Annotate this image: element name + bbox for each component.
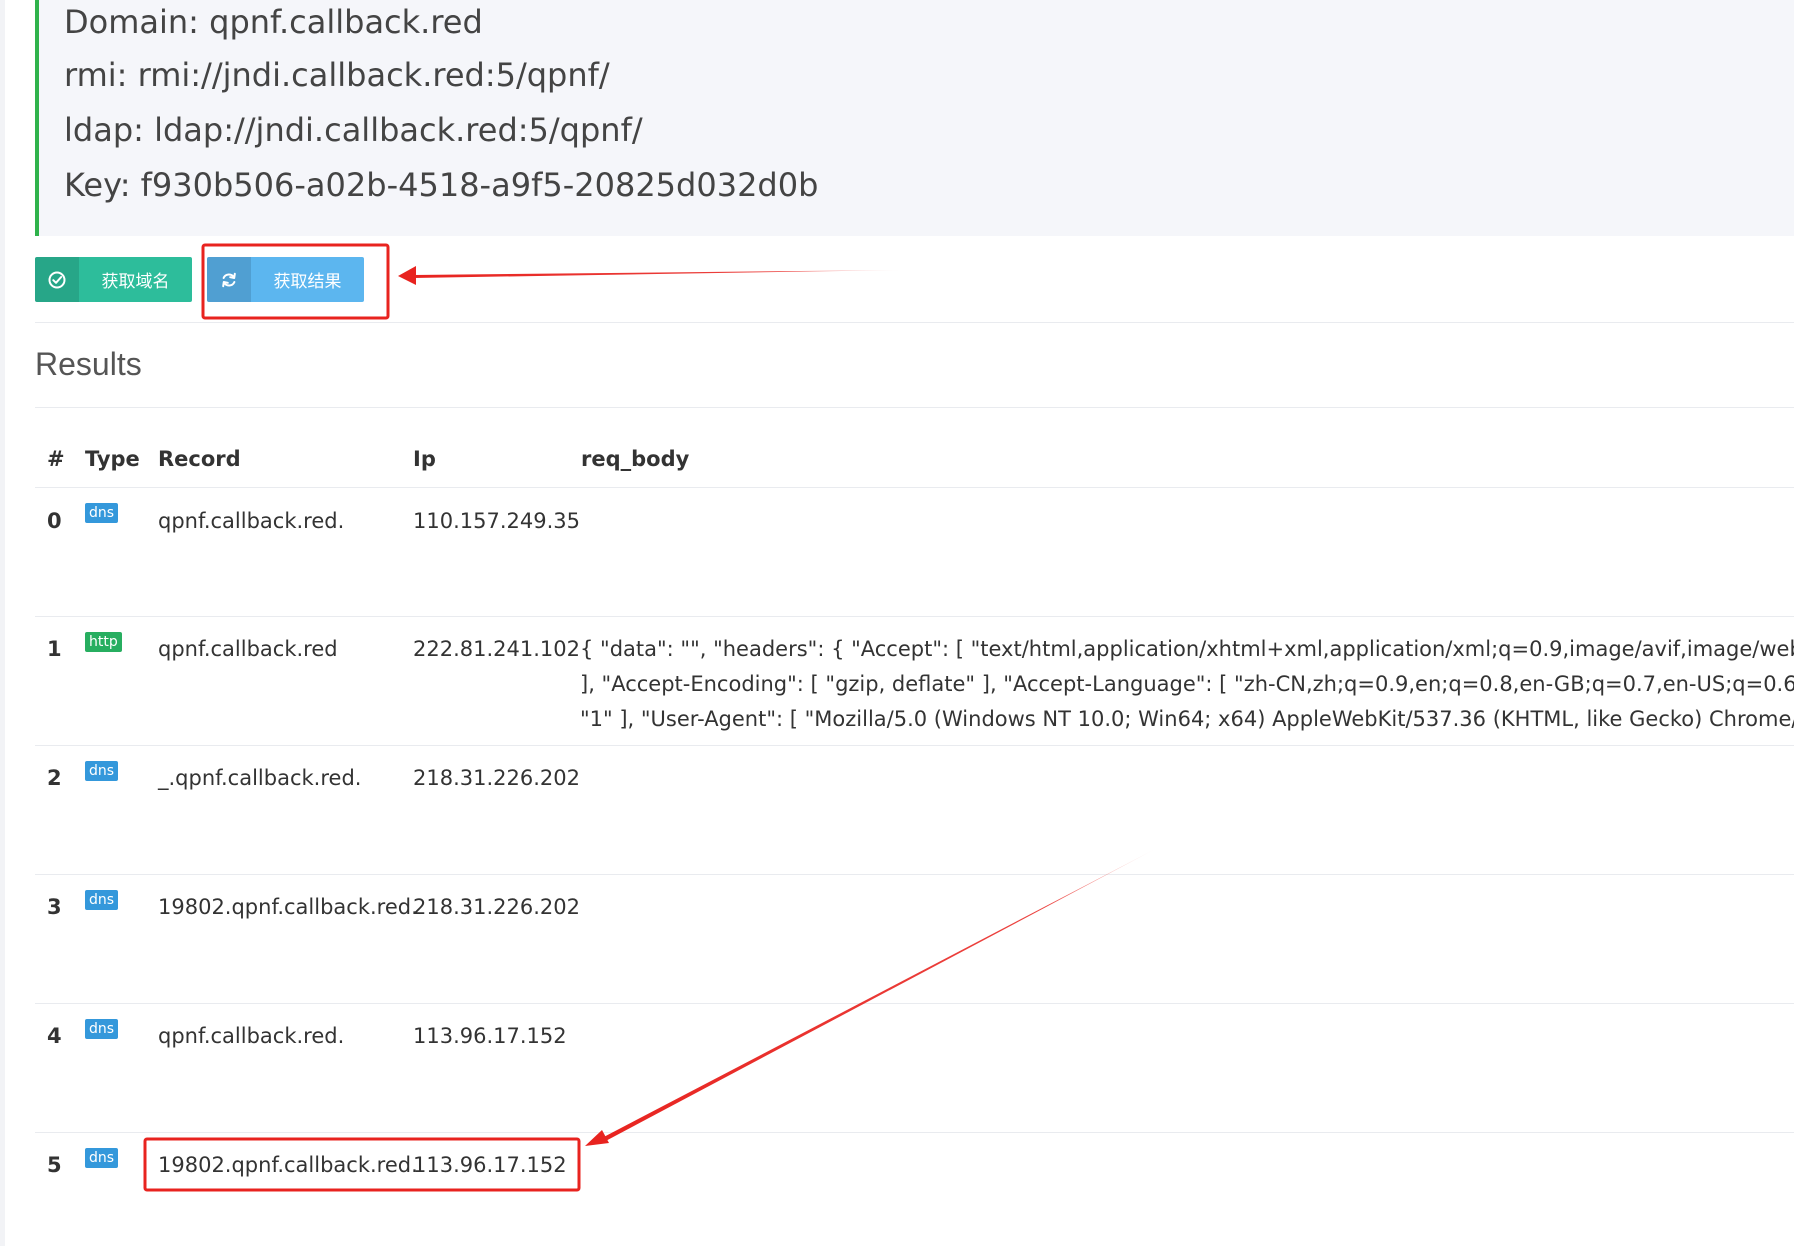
divider: [35, 407, 1794, 408]
rmi-line: rmi: rmi://jndi.callback.red:5/qpnf/: [64, 56, 610, 94]
record-cell: _.qpnf.callback.red.: [158, 766, 362, 790]
column-header-ip: Ip: [413, 447, 436, 471]
req-body-line: "1" ], "User-Agent": [ "Mozilla/5.0 (Win…: [580, 707, 1794, 731]
record-cell: 19802.qpnf.callback.red.: [158, 1153, 418, 1177]
refresh-icon: [207, 257, 251, 302]
ip-cell: 113.96.17.152: [413, 1153, 567, 1177]
type-badge: dns: [85, 761, 119, 781]
record-cell: qpnf.callback.red.: [158, 509, 345, 533]
req-body-line: { "data": "", "headers": { "Accept": [ "…: [580, 637, 1794, 661]
row-index: 1: [47, 637, 62, 661]
column-header-index: #: [47, 447, 65, 471]
type-badge: http: [85, 632, 122, 652]
row-index: 4: [47, 1024, 62, 1048]
check-circle-icon: [35, 257, 79, 302]
req-body-cell: { "data": "", "headers": { "Accept": [ "…: [580, 632, 1794, 737]
row-divider: [35, 874, 1794, 875]
domain-line: Domain: qpnf.callback.red: [64, 3, 483, 41]
get-result-label: 获取结果: [273, 272, 342, 292]
row-divider: [35, 1132, 1794, 1133]
type-badge: dns: [85, 503, 119, 523]
ip-cell: 110.157.249.35: [413, 509, 580, 533]
ip-cell: 218.31.226.202: [413, 895, 580, 919]
callback-info-panel: Domain: qpnf.callback.red rmi: rmi://jnd…: [35, 0, 1794, 236]
row-index: 2: [47, 766, 62, 790]
column-header-record: Record: [158, 447, 241, 471]
record-cell: qpnf.callback.red.: [158, 1024, 345, 1048]
divider: [35, 322, 1794, 323]
row-index: 3: [47, 895, 62, 919]
arrow-to-row-5: [598, 847, 1159, 1144]
get-result-button[interactable]: 获取结果: [207, 257, 364, 302]
type-badge: dns: [85, 890, 119, 910]
column-header-req-body: req_body: [581, 447, 690, 471]
ip-cell: 113.96.17.152: [413, 1024, 567, 1048]
column-header-type: Type: [85, 447, 140, 471]
ip-cell: 222.81.241.102: [413, 637, 580, 661]
type-badge: dns: [85, 1019, 119, 1039]
key-line: Key: f930b506-a02b-4518-a9f5-20825d032d0…: [64, 166, 819, 204]
left-rule: [0, 0, 5, 1246]
arrowhead-top: [398, 266, 416, 285]
get-domain-label: 获取域名: [101, 272, 170, 292]
row-index: 5: [47, 1153, 62, 1177]
record-cell: qpnf.callback.red: [158, 637, 338, 661]
row-divider: [35, 616, 1794, 617]
type-badge: dns: [85, 1148, 119, 1168]
ldap-line: ldap: ldap://jndi.callback.red:5/qpnf/: [64, 111, 643, 149]
req-body-line: ], "Accept-Encoding": [ "gzip, deflate" …: [580, 672, 1794, 696]
row-divider: [35, 745, 1794, 746]
row-divider: [35, 487, 1794, 488]
row-divider: [35, 1003, 1794, 1004]
get-domain-button[interactable]: 获取域名: [35, 257, 192, 302]
arrow-to-get-result: [413, 270, 902, 278]
results-title: Results: [35, 346, 142, 382]
record-cell: 19802.qpnf.callback.red.: [158, 895, 418, 919]
ip-cell: 218.31.226.202: [413, 766, 580, 790]
row-index: 0: [47, 509, 62, 533]
